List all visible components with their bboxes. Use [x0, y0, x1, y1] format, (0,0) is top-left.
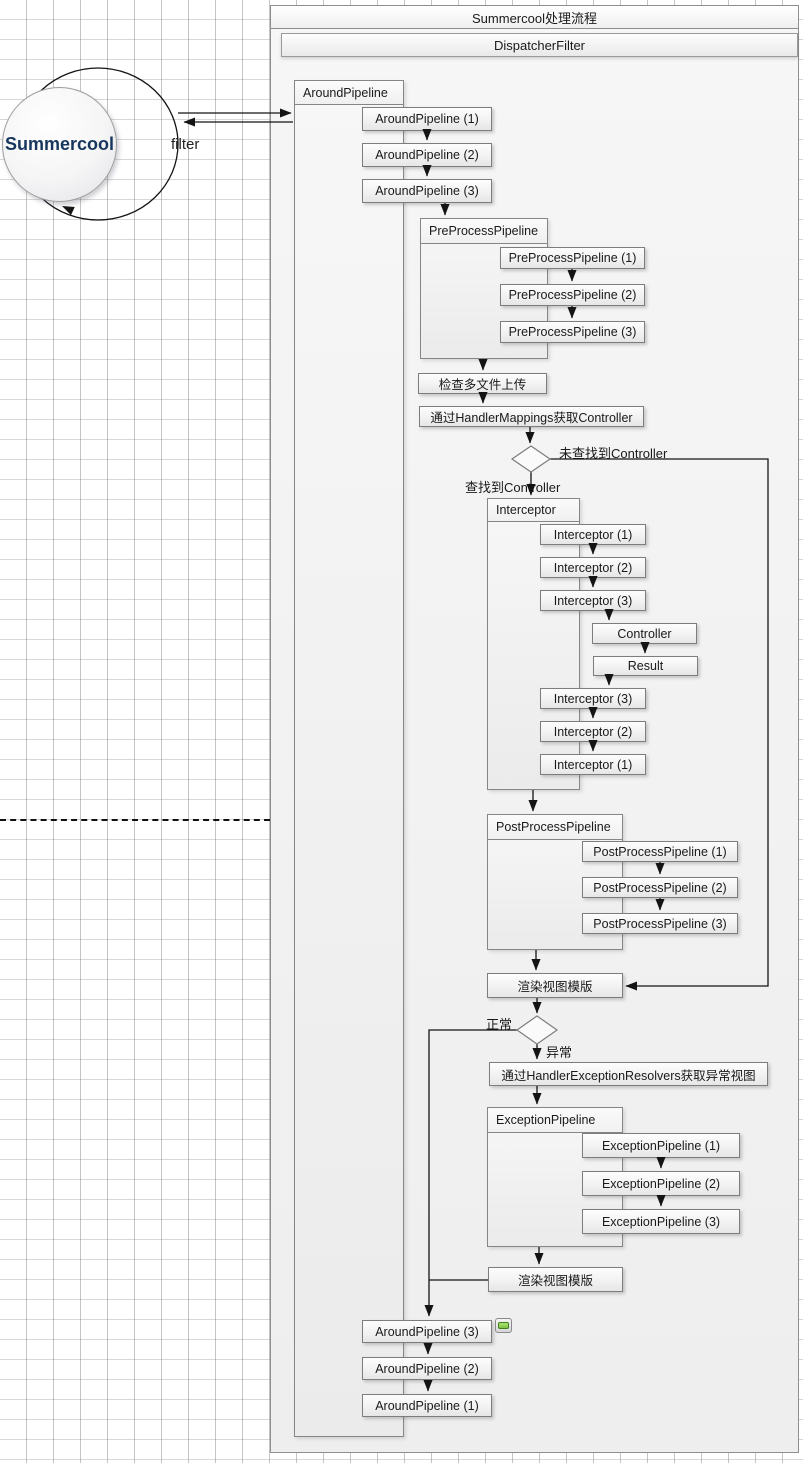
node-postprocess-pipeline-1[interactable]: PostProcessPipeline (1)	[582, 841, 738, 862]
label-controller-found: 查找到Controller	[465, 480, 561, 495]
node-around-pipeline-3[interactable]: AroundPipeline (3)	[362, 179, 492, 203]
node-exception-pipeline-1[interactable]: ExceptionPipeline (1)	[582, 1133, 740, 1158]
node-interceptor-1[interactable]: Interceptor (1)	[540, 524, 646, 545]
group-exception-pipeline-title: ExceptionPipeline	[488, 1108, 622, 1133]
group-postprocess-pipeline-title: PostProcessPipeline	[488, 815, 622, 840]
actor-circle[interactable]: Summercool	[2, 87, 117, 202]
node-postprocess-pipeline-2[interactable]: PostProcessPipeline (2)	[582, 877, 738, 898]
node-interceptor-3-out[interactable]: Interceptor (3)	[540, 688, 646, 709]
node-around-pipeline-2-out[interactable]: AroundPipeline (2)	[362, 1357, 492, 1380]
dispatcher-lane-header[interactable]: DispatcherFilter	[281, 33, 798, 57]
node-interceptor-3[interactable]: Interceptor (3)	[540, 590, 646, 611]
node-preprocess-pipeline-3[interactable]: PreProcessPipeline (3)	[500, 321, 645, 343]
node-preprocess-pipeline-2[interactable]: PreProcessPipeline (2)	[500, 284, 645, 306]
node-around-pipeline-2[interactable]: AroundPipeline (2)	[362, 143, 492, 167]
group-around-pipeline[interactable]: AroundPipeline	[294, 80, 404, 1437]
node-interceptor-1-out[interactable]: Interceptor (1)	[540, 754, 646, 775]
outer-frame-title: Summercool处理流程	[271, 6, 798, 29]
collapse-button[interactable]	[495, 1318, 512, 1333]
diagram-canvas: Summercool filter Summercool处理流程 Dispatc…	[0, 0, 803, 1463]
label-error: 异常	[546, 1045, 573, 1060]
filter-label: filter	[171, 136, 200, 153]
node-preprocess-pipeline-1[interactable]: PreProcessPipeline (1)	[500, 247, 645, 269]
node-exception-pipeline-3[interactable]: ExceptionPipeline (3)	[582, 1209, 740, 1234]
node-check-multipart-upload[interactable]: 检查多文件上传	[418, 373, 547, 394]
node-result[interactable]: Result	[593, 656, 698, 676]
node-exception-pipeline-2[interactable]: ExceptionPipeline (2)	[582, 1171, 740, 1196]
node-interceptor-2-out[interactable]: Interceptor (2)	[540, 721, 646, 742]
node-render-view-template[interactable]: 渲染视图模版	[487, 973, 623, 998]
node-around-pipeline-1[interactable]: AroundPipeline (1)	[362, 107, 492, 131]
node-around-pipeline-3-out[interactable]: AroundPipeline (3)	[362, 1320, 492, 1343]
node-controller[interactable]: Controller	[592, 623, 697, 644]
group-interceptor-title: Interceptor	[488, 499, 579, 522]
node-get-controller-by-handlermappings[interactable]: 通过HandlerMappings获取Controller	[419, 406, 644, 427]
label-normal: 正常	[486, 1017, 513, 1032]
node-postprocess-pipeline-3[interactable]: PostProcessPipeline (3)	[582, 913, 738, 934]
node-around-pipeline-1-out[interactable]: AroundPipeline (1)	[362, 1394, 492, 1417]
group-preprocess-pipeline-title: PreProcessPipeline	[421, 219, 547, 244]
page-break-line	[0, 819, 270, 821]
collapse-button-green-bar	[498, 1322, 509, 1329]
actor-label: Summercool	[4, 134, 115, 154]
node-render-exception-view-template[interactable]: 渲染视图模版	[488, 1267, 623, 1292]
group-around-pipeline-title: AroundPipeline	[295, 81, 403, 105]
node-interceptor-2[interactable]: Interceptor (2)	[540, 557, 646, 578]
node-get-exception-view-by-resolvers[interactable]: 通过HandlerExceptionResolvers获取异常视图	[489, 1062, 768, 1086]
label-controller-not-found: 未查找到Controller	[559, 446, 668, 461]
